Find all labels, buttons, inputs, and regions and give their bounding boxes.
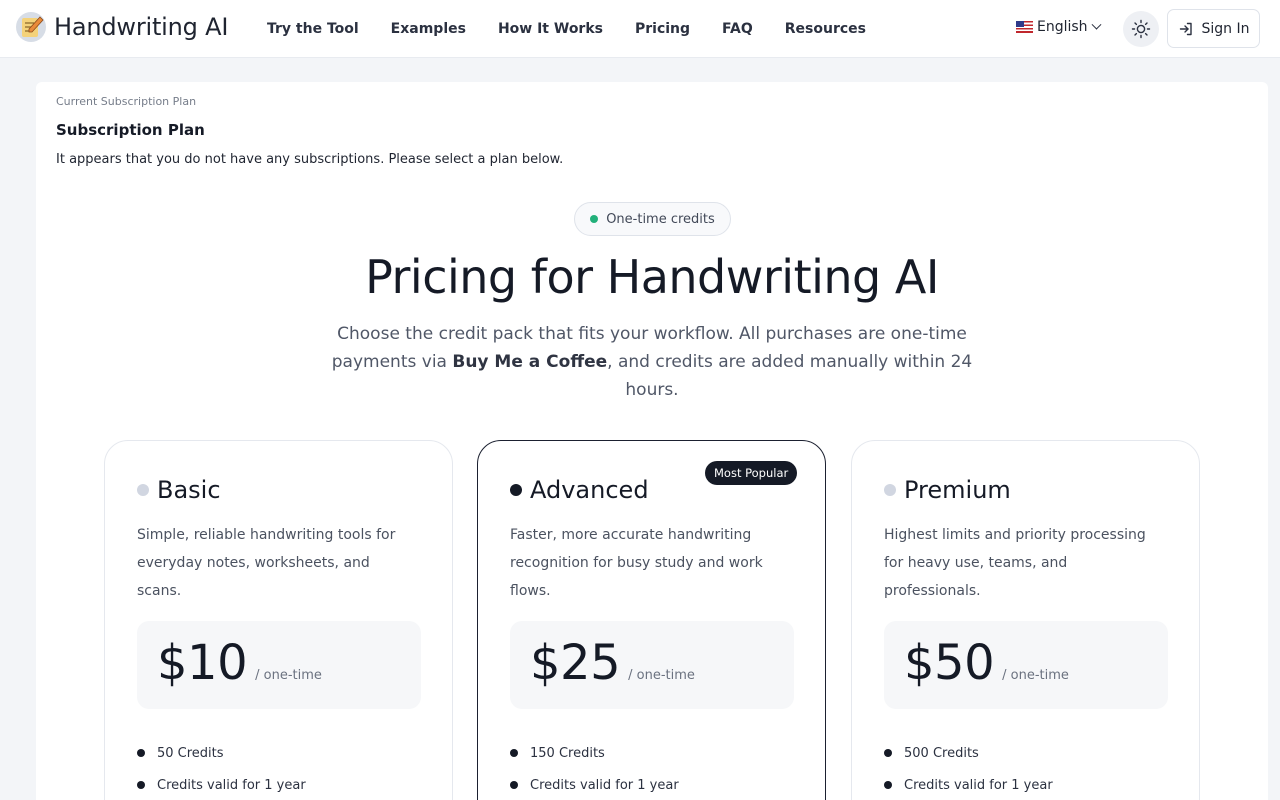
language-selector[interactable]: English (1016, 19, 1102, 35)
brand-name: Handwriting AI (54, 13, 229, 41)
subscription-message: It appears that you do not have any subs… (56, 152, 564, 167)
badge-label: One-time credits (606, 211, 715, 227)
language-label: English (1037, 19, 1088, 35)
bullet-icon (510, 781, 518, 789)
nav-pricing[interactable]: Pricing (635, 21, 690, 37)
feature-label: Credits valid for 1 year (530, 777, 679, 793)
plan-description: Highest limits and priority processing f… (884, 527, 1146, 599)
main-nav: Try the Tool Examples How It Works Prici… (267, 0, 898, 58)
plan-period: / one-time (628, 668, 695, 683)
pricing-desc-part2: , and credits are added manually within … (607, 352, 973, 400)
feature-list: 50 Credits Credits valid for 1 year (137, 737, 306, 800)
plan-name-label: Premium (904, 476, 1011, 504)
sign-in-label: Sign In (1201, 20, 1250, 37)
login-icon (1179, 22, 1192, 35)
plan-dot-icon (137, 484, 149, 496)
plan-price: $10 (157, 635, 248, 691)
most-popular-badge: Most Popular (705, 461, 798, 485)
nav-how-it-works[interactable]: How It Works (498, 21, 603, 37)
plan-description: Simple, reliable handwriting tools for e… (137, 527, 396, 599)
feature-label: 50 Credits (157, 745, 224, 761)
feature-item: Credits valid for 1 year (510, 769, 679, 800)
plan-name-label: Advanced (530, 476, 649, 504)
feature-item: Credits valid for 1 year (884, 769, 1053, 800)
pricing-title: Pricing for Handwriting AI (365, 250, 939, 304)
feature-label: Credits valid for 1 year (904, 777, 1053, 793)
theme-toggle-button[interactable] (1123, 11, 1159, 47)
breadcrumb: Current Subscription Plan (56, 95, 197, 108)
plan-period: / one-time (255, 668, 322, 683)
sun-icon (1131, 19, 1151, 39)
plan-card-advanced[interactable]: Most Popular Advanced Faster, more accur… (477, 440, 826, 800)
nav-examples[interactable]: Examples (391, 21, 466, 37)
us-flag-icon (1016, 21, 1033, 33)
price-box: $10 / one-time (137, 621, 421, 709)
chevron-down-icon (1091, 19, 1102, 30)
pricing-description: Choose the credit pack that fits your wo… (316, 320, 988, 404)
one-time-credits-badge: One-time credits (574, 202, 731, 236)
brand-logo[interactable]: Handwriting AI (16, 12, 228, 42)
feature-item: 50 Credits (137, 737, 306, 769)
plan-dot-icon (510, 484, 522, 496)
plan-name-label: Basic (157, 476, 221, 504)
subscription-panel: Current Subscription Plan Subscription P… (36, 82, 1268, 800)
plan-price: $50 (904, 635, 995, 691)
plan-card-basic[interactable]: Basic Simple, reliable handwriting tools… (104, 440, 453, 800)
feature-label: 500 Credits (904, 745, 979, 761)
status-dot-icon (590, 215, 599, 223)
bullet-icon (137, 749, 145, 757)
feature-list: 150 Credits Credits valid for 1 year (510, 737, 679, 800)
plan-description: Faster, more accurate handwriting recogn… (510, 527, 763, 599)
feature-item: Credits valid for 1 year (137, 769, 306, 800)
feature-item: 500 Credits (884, 737, 1053, 769)
plan-name: Basic (137, 476, 221, 504)
plan-name: Premium (884, 476, 1011, 504)
memo-icon (16, 12, 46, 42)
feature-label: 150 Credits (530, 745, 605, 761)
plan-dot-icon (884, 484, 896, 496)
nav-faq[interactable]: FAQ (722, 21, 753, 37)
subscription-title: Subscription Plan (56, 121, 205, 139)
bullet-icon (884, 781, 892, 789)
price-box: $50 / one-time (884, 621, 1168, 709)
plan-card-premium[interactable]: Premium Highest limits and priority proc… (851, 440, 1200, 800)
top-header: Handwriting AI Try the Tool Examples How… (0, 0, 1280, 58)
plan-period: / one-time (1002, 668, 1069, 683)
buy-me-a-coffee-text: Buy Me a Coffee (452, 352, 608, 372)
sign-in-button[interactable]: Sign In (1167, 9, 1260, 48)
bullet-icon (884, 749, 892, 757)
nav-resources[interactable]: Resources (785, 21, 866, 37)
plan-name: Advanced (510, 476, 649, 504)
plan-price: $25 (530, 635, 621, 691)
bullet-icon (137, 781, 145, 789)
nav-try-the-tool[interactable]: Try the Tool (267, 21, 359, 37)
feature-label: Credits valid for 1 year (157, 777, 306, 793)
price-box: $25 / one-time (510, 621, 794, 709)
feature-list: 500 Credits Credits valid for 1 year (884, 737, 1053, 800)
bullet-icon (510, 749, 518, 757)
feature-item: 150 Credits (510, 737, 679, 769)
